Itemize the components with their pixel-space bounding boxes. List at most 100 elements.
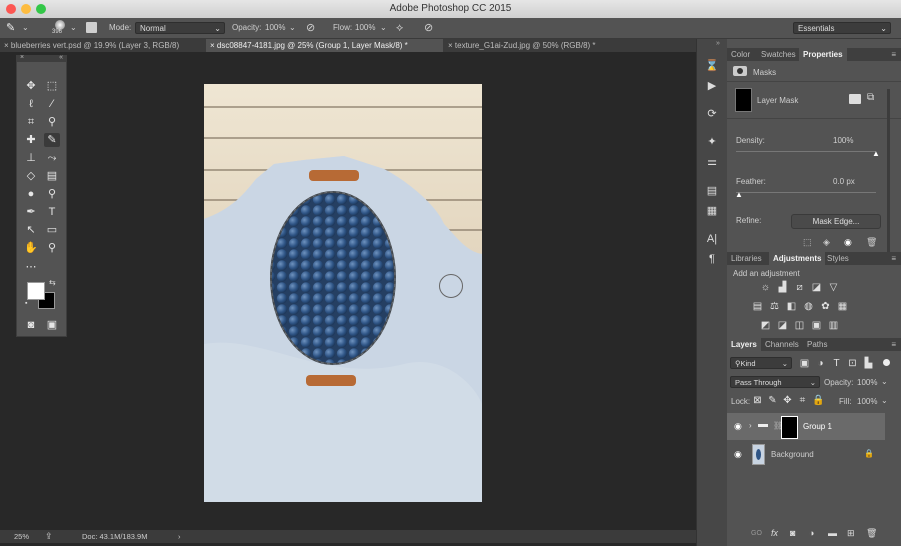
- screen-mode-icon[interactable]: ▣: [44, 318, 60, 332]
- exposure-icon[interactable]: ◪: [811, 283, 822, 293]
- lock-position-icon[interactable]: ✥: [782, 396, 793, 406]
- chevron-down-icon[interactable]: ⌄: [289, 18, 296, 38]
- lock-artboard-icon[interactable]: ⌗: [797, 396, 808, 406]
- feather-slider[interactable]: [736, 192, 876, 193]
- filter-type-icon[interactable]: T: [831, 359, 842, 369]
- toolbox-header[interactable]: × «: [17, 54, 66, 62]
- density-slider[interactable]: [736, 151, 876, 152]
- chevron-down-icon[interactable]: ⌄: [70, 18, 77, 38]
- link-layers-icon[interactable]: GO: [751, 530, 762, 537]
- panel-menu-icon[interactable]: ≡: [891, 48, 896, 61]
- character-icon[interactable]: A|: [705, 232, 719, 246]
- expand-arrow-icon[interactable]: ›: [749, 421, 752, 430]
- swap-colors-icon[interactable]: ⇆: [49, 278, 56, 287]
- eraser-tool-icon[interactable]: ◇: [23, 169, 39, 183]
- notes-icon[interactable]: ▦: [705, 204, 719, 218]
- layer-opacity-value[interactable]: 100%: [857, 378, 877, 387]
- crop-tool-icon[interactable]: ⌗: [23, 115, 39, 129]
- visibility-eye-icon[interactable]: ◉: [844, 237, 852, 248]
- lock-transparent-icon[interactable]: ⊠: [752, 396, 763, 406]
- pressure-size-icon[interactable]: ⊘: [424, 18, 433, 38]
- threshold-icon[interactable]: ◫: [794, 321, 805, 331]
- eyedropper-tool-icon[interactable]: ⚲: [44, 115, 60, 129]
- zoom-window-button[interactable]: [36, 4, 46, 14]
- levels-icon[interactable]: ▟: [777, 283, 788, 293]
- brush-panel-toggle-icon[interactable]: [86, 22, 97, 33]
- hue-saturation-icon[interactable]: ▤: [752, 302, 763, 312]
- layer-filter-select[interactable]: ⚲Kind ⌄: [730, 357, 792, 369]
- actions-play-icon[interactable]: ▶: [705, 79, 719, 93]
- filter-pixel-icon[interactable]: ▣: [799, 359, 810, 369]
- close-icon[interactable]: ×: [210, 41, 217, 50]
- default-colors-icon[interactable]: ▪: [25, 300, 27, 307]
- close-window-button[interactable]: [6, 4, 16, 14]
- quick-mask-icon[interactable]: ◙: [23, 318, 39, 332]
- layer-name[interactable]: Background: [771, 450, 814, 459]
- marquee-tool-icon[interactable]: ⬚: [44, 79, 60, 93]
- mask-edge-button[interactable]: Mask Edge...: [791, 214, 881, 229]
- selective-color-icon[interactable]: ▣: [811, 321, 822, 331]
- fx-icon[interactable]: fx: [771, 528, 778, 538]
- pen-tool-icon[interactable]: ✒: [23, 205, 39, 219]
- color-lookup-icon[interactable]: ▦: [837, 302, 848, 312]
- canvas-workspace[interactable]: [0, 53, 696, 530]
- zoom-tool-icon[interactable]: ⚲: [44, 241, 60, 255]
- apply-mask-icon[interactable]: ◈: [823, 237, 830, 248]
- panel-menu-icon[interactable]: ≡: [891, 338, 896, 351]
- curves-icon[interactable]: ⧄: [794, 283, 805, 293]
- type-tool-icon[interactable]: T: [44, 205, 60, 219]
- brush-tool-icon[interactable]: ✎: [6, 18, 15, 38]
- move-tool-icon[interactable]: ✥: [23, 79, 39, 93]
- visibility-eye-icon[interactable]: ◉: [734, 449, 742, 460]
- invert-icon[interactable]: ◩: [760, 321, 771, 331]
- tab-channels[interactable]: Channels: [761, 338, 803, 351]
- airbrush-icon[interactable]: ⟡: [396, 18, 403, 38]
- visibility-eye-icon[interactable]: ◉: [734, 421, 742, 432]
- chevron-down-icon[interactable]: ⌄: [881, 396, 888, 405]
- black-white-icon[interactable]: ◧: [786, 302, 797, 312]
- photo-filter-icon[interactable]: ◍: [803, 302, 814, 312]
- new-layer-icon[interactable]: ⊞: [847, 528, 855, 539]
- rectangle-tool-icon[interactable]: ▭: [44, 223, 60, 237]
- lock-all-icon[interactable]: 🔒: [812, 396, 824, 406]
- close-icon[interactable]: ×: [20, 54, 24, 61]
- tab-paths[interactable]: Paths: [803, 338, 831, 351]
- filter-adjustment-icon[interactable]: ◑: [815, 359, 826, 369]
- history-icon[interactable]: ⌛: [705, 59, 719, 73]
- delete-mask-icon[interactable]: 🗑: [866, 237, 877, 248]
- panel-menu-icon[interactable]: ≡: [891, 252, 896, 265]
- blend-mode-select[interactable]: Pass Through ⌄: [730, 376, 820, 388]
- brightness-contrast-icon[interactable]: ☼: [760, 283, 771, 293]
- tab-adjustments[interactable]: Adjustments: [769, 252, 826, 265]
- new-group-icon[interactable]: ▬: [828, 528, 837, 538]
- load-selection-icon[interactable]: ⬚: [803, 237, 812, 248]
- color-balance-icon[interactable]: ⚖: [769, 302, 780, 312]
- tab-dsc08847[interactable]: × dsc08847-4181.jpg @ 25% (Group 1, Laye…: [206, 39, 443, 52]
- hand-tool-icon[interactable]: ✋: [23, 241, 39, 255]
- layer-row-group1[interactable]: ◉ › ▬ ⛓ Group 1: [727, 413, 885, 440]
- posterize-icon[interactable]: ◪: [777, 321, 788, 331]
- tab-styles[interactable]: Styles: [823, 252, 853, 265]
- vector-mask-icon[interactable]: ⧉: [867, 92, 874, 103]
- flow-value[interactable]: 100%: [355, 18, 375, 38]
- filter-smart-object-icon[interactable]: ▙: [863, 359, 874, 369]
- share-icon[interactable]: ⇪: [45, 530, 53, 543]
- new-adjustment-layer-icon[interactable]: ◑: [809, 528, 814, 538]
- clone-stamp-tool-icon[interactable]: ⊥: [23, 151, 39, 165]
- minimize-window-button[interactable]: [21, 4, 31, 14]
- channel-mixer-icon[interactable]: ✿: [820, 302, 831, 312]
- properties-icon[interactable]: ⚌: [705, 155, 719, 169]
- status-menu-arrow[interactable]: ›: [178, 530, 181, 543]
- dodge-tool-icon[interactable]: ⚲: [44, 187, 60, 201]
- gradient-map-icon[interactable]: ▥: [828, 321, 839, 331]
- tool-presets-icon[interactable]: ✦: [705, 135, 719, 149]
- brush-presets-icon[interactable]: ⟳: [705, 107, 719, 121]
- close-icon[interactable]: ×: [4, 41, 11, 50]
- tab-layers[interactable]: Layers: [727, 338, 761, 351]
- density-slider-thumb[interactable]: ▲: [872, 149, 880, 158]
- history-brush-tool-icon[interactable]: ⤳: [44, 151, 60, 165]
- close-icon[interactable]: ×: [448, 41, 455, 50]
- blur-tool-icon[interactable]: ●: [23, 187, 39, 201]
- chevron-down-icon[interactable]: ⌄: [22, 18, 29, 38]
- tab-color[interactable]: Color: [727, 48, 754, 61]
